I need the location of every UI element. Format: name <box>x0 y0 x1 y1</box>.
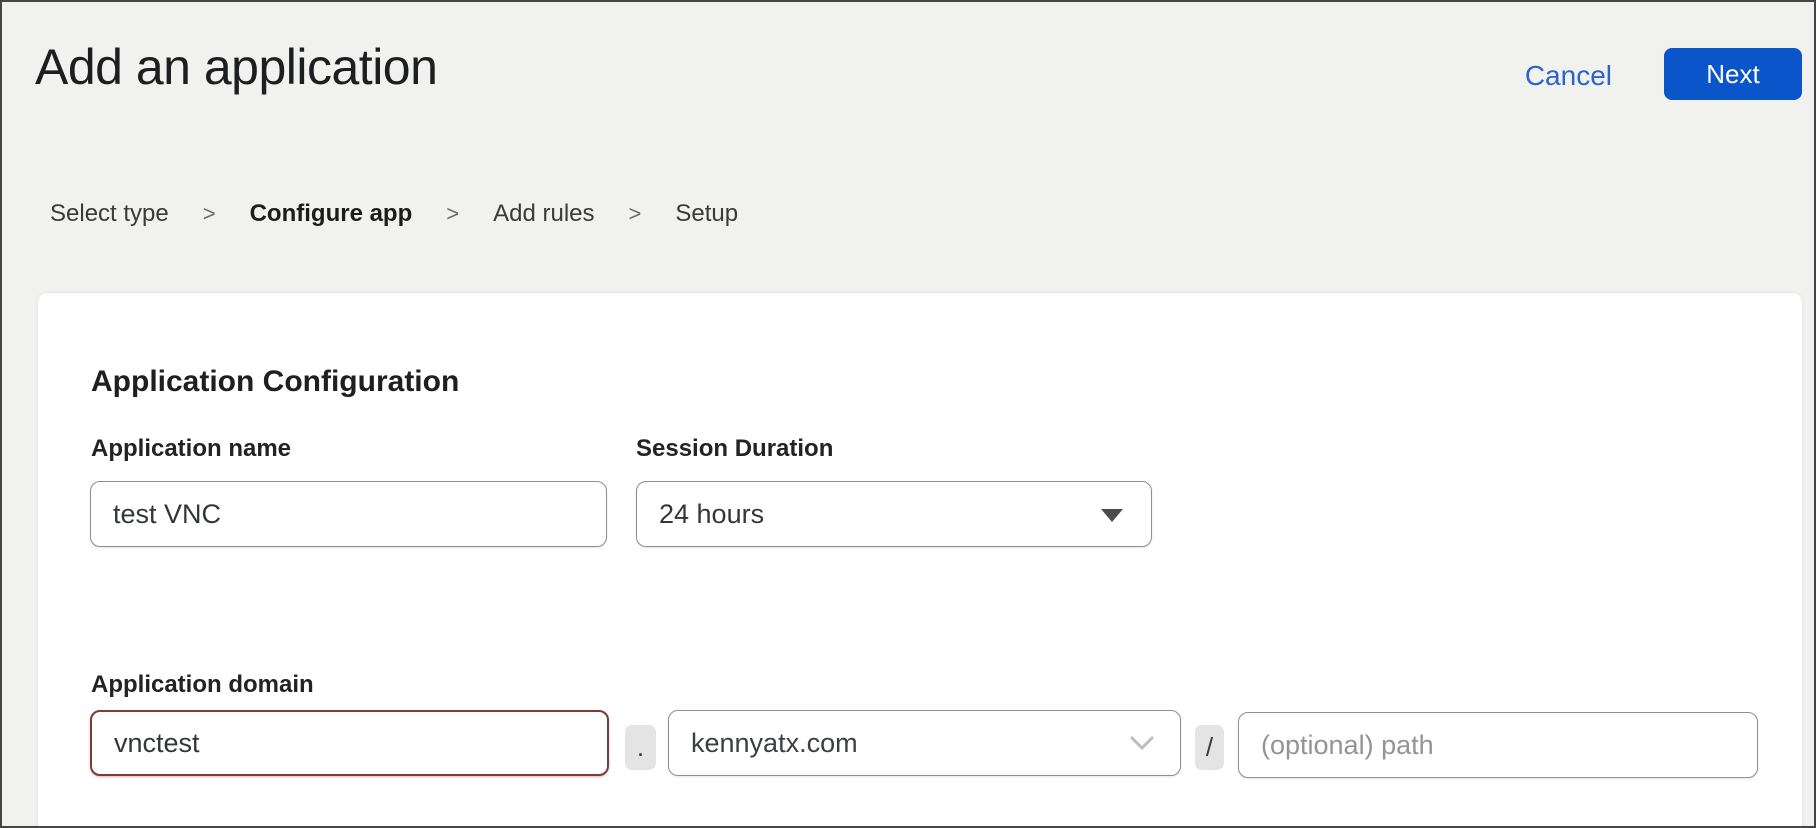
section-title: Application Configuration <box>91 365 459 399</box>
session-duration-label: Session Duration <box>636 435 833 463</box>
domain-select[interactable]: kennyatx.com <box>668 710 1181 776</box>
add-application-page: Add an application Cancel Next Select ty… <box>0 0 1816 828</box>
domain-select-value: kennyatx.com <box>691 728 858 759</box>
subdomain-input[interactable] <box>90 710 609 776</box>
breadcrumb-separator: > <box>629 201 642 227</box>
step-add-rules[interactable]: Add rules <box>493 200 594 228</box>
breadcrumb-separator: > <box>446 201 459 227</box>
breadcrumb: Select type > Configure app > Add rules … <box>50 200 738 228</box>
application-configuration-card: Application Configuration Application na… <box>37 292 1803 828</box>
application-name-label: Application name <box>91 435 291 463</box>
slash-separator: / <box>1195 725 1224 770</box>
application-name-input[interactable] <box>90 481 607 547</box>
breadcrumb-separator: > <box>203 201 216 227</box>
step-setup[interactable]: Setup <box>675 200 738 228</box>
caret-down-icon <box>1101 509 1123 522</box>
application-domain-label: Application domain <box>91 671 314 699</box>
page-title: Add an application <box>35 38 437 96</box>
cancel-button[interactable]: Cancel <box>1525 60 1612 92</box>
session-duration-select[interactable]: 24 hours <box>636 481 1152 547</box>
step-configure-app[interactable]: Configure app <box>250 200 413 228</box>
next-button[interactable]: Next <box>1664 48 1802 100</box>
step-select-type[interactable]: Select type <box>50 200 169 228</box>
path-input[interactable] <box>1238 712 1758 778</box>
chevron-down-icon <box>1130 736 1154 750</box>
dot-separator: . <box>625 725 656 770</box>
session-duration-value: 24 hours <box>659 499 764 530</box>
